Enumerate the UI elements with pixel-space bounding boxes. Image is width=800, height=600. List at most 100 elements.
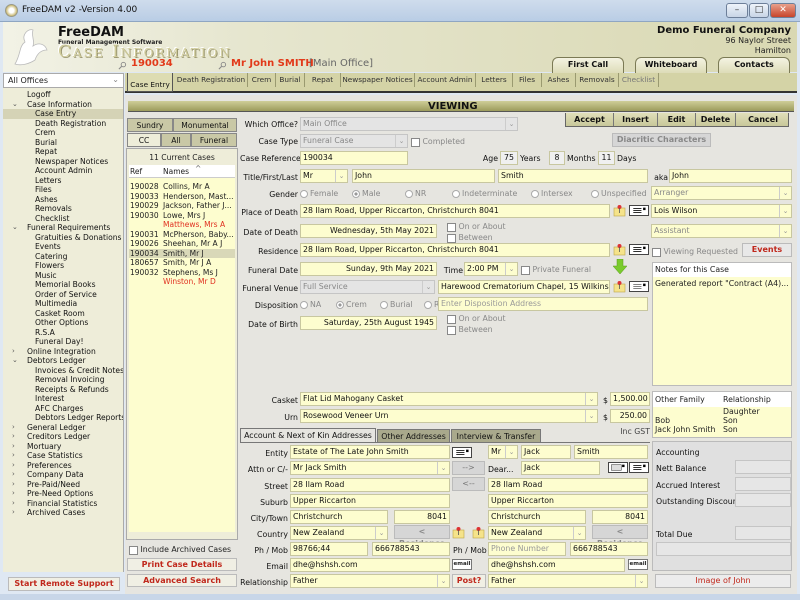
tab-account-nok-addresses[interactable]: Account & Next of Kin Addresses — [240, 428, 376, 443]
sidebar-item[interactable]: Crem — [3, 128, 123, 138]
dod-on-or-about-checkbox[interactable] — [447, 222, 456, 232]
time-select[interactable]: 2:00 PM ⌄ — [464, 262, 518, 276]
tab-first-call[interactable]: First Call — [552, 57, 624, 73]
nok-email-button[interactable]: email — [628, 559, 648, 570]
map-pin-icon[interactable] — [613, 204, 626, 217]
nok-country-select[interactable]: New Zealand ⌄ — [488, 526, 586, 540]
tab-crem[interactable]: Crem — [248, 73, 276, 87]
entity-field[interactable]: Estate of The Late John Smith — [290, 445, 450, 459]
staff-select[interactable]: Lois Wilson ⌄ — [651, 204, 792, 218]
expand-icon[interactable]: › — [12, 508, 15, 518]
dod-between-checkbox[interactable] — [447, 233, 456, 243]
sidebar-item[interactable]: ⌄ Case Information — [3, 100, 123, 110]
expand-icon[interactable]: › — [12, 451, 15, 461]
family-row[interactable]: Bob Son — [653, 416, 791, 425]
sidebar-item[interactable]: Catering — [3, 252, 123, 262]
diacritic-characters-button[interactable]: Diacritic Characters — [612, 133, 711, 147]
case-ref-field[interactable]: 190034 — [300, 151, 408, 165]
assistant-select[interactable]: Assistant ⌄ — [651, 224, 792, 238]
map-pin-icon[interactable] — [472, 526, 485, 539]
nok-email-field[interactable]: dhe@hshsh.com — [488, 558, 625, 572]
sidebar-item[interactable]: › Case Statistics — [3, 451, 123, 461]
include-archived[interactable]: Include Archived Cases — [129, 545, 231, 555]
completed-checkbox[interactable]: Completed — [411, 137, 465, 147]
viewing-requested[interactable]: Viewing Requested — [652, 247, 738, 257]
collapse-icon[interactable]: ⌄ — [12, 223, 18, 233]
tab-case-entry[interactable]: Case Entry — [127, 73, 173, 92]
copy-card-icon[interactable] — [608, 462, 628, 473]
collapse-icon[interactable]: ⌄ — [12, 356, 18, 366]
start-remote-support-button[interactable]: Start Remote Support — [8, 577, 120, 591]
radio-button[interactable] — [300, 190, 308, 198]
sidebar-item[interactable]: › Company Data — [3, 470, 123, 480]
sidebar-item[interactable]: Funeral Day! — [3, 337, 123, 347]
sidebar-item[interactable]: Death Registration — [3, 119, 123, 129]
minimize-button[interactable]: – — [726, 3, 748, 18]
case-row[interactable]: 190031 McPherson, Baby... — [129, 230, 235, 240]
which-office-select[interactable]: Main Office ⌄ — [300, 117, 518, 131]
tab-letters[interactable]: Letters — [476, 73, 513, 87]
gender-option[interactable]: NR — [405, 189, 426, 198]
tab-account-admin[interactable]: Account Admin — [415, 73, 476, 87]
sidebar-item[interactable]: Invoices & Credit Notes — [3, 366, 123, 376]
tab-removals[interactable]: Removals — [576, 73, 619, 87]
sidebar-item[interactable]: Memorial Books — [3, 280, 123, 290]
tab-ashes[interactable]: Ashes — [542, 73, 576, 87]
expand-icon[interactable]: › — [12, 489, 15, 499]
urn-select[interactable]: Rosewood Veneer Urn ⌄ — [300, 409, 598, 423]
search-icon[interactable] — [218, 61, 227, 70]
insert-button[interactable]: Insert — [614, 113, 658, 126]
tab-contacts[interactable]: Contacts — [718, 57, 790, 73]
office-select[interactable]: All Offices ⌄ — [3, 73, 124, 88]
dob-between-checkbox[interactable] — [447, 325, 456, 335]
sidebar-item[interactable]: AFC Charges — [3, 404, 123, 414]
sidebar-item[interactable]: Ashes — [3, 195, 123, 205]
sidebar-item[interactable]: Removals — [3, 204, 123, 214]
expand-icon[interactable]: › — [12, 480, 15, 490]
sidebar-item[interactable]: R.S.A — [3, 328, 123, 338]
dob-on-or-about-checkbox[interactable] — [447, 314, 456, 324]
date-of-death-field[interactable]: Wednesday, 5th May 2021 — [300, 224, 437, 238]
map-pin-icon[interactable] — [613, 280, 626, 293]
nok-last-field[interactable]: Smith — [574, 445, 648, 459]
copy-to-nok-button[interactable]: --> — [452, 461, 485, 475]
country-select[interactable]: New Zealand ⌄ — [290, 526, 388, 540]
suburb-field[interactable]: Upper Riccarton — [290, 494, 450, 508]
map-pin-icon[interactable] — [613, 243, 626, 256]
tab-files[interactable]: Files — [513, 73, 542, 87]
radio-button[interactable] — [352, 190, 360, 198]
case-row[interactable]: 190034 Smith, Mr J — [129, 248, 235, 258]
disposition-option[interactable]: Burial — [380, 300, 413, 309]
sidebar-item[interactable]: › Online Integration — [3, 347, 123, 357]
sidebar-item[interactable]: › Mortuary — [3, 442, 123, 452]
nok-phone-field[interactable]: Phone Number — [488, 542, 566, 556]
sidebar-item[interactable]: › Preferences — [3, 461, 123, 471]
tab-interview-transfer[interactable]: Interview & Transfer — [451, 429, 541, 443]
nok-residence-copy-button[interactable]: < Residence — [592, 525, 648, 548]
gender-option[interactable]: Male — [352, 189, 380, 198]
map-pin-icon[interactable] — [452, 526, 465, 539]
events-button[interactable]: Events — [742, 243, 792, 257]
nok-title-select[interactable]: Mr ⌄ — [488, 445, 518, 459]
disposition-option[interactable]: NA — [300, 300, 321, 309]
post-button[interactable]: Post? — [452, 574, 486, 588]
tab-burial[interactable]: Burial — [276, 73, 305, 87]
col-names[interactable]: Names — [163, 165, 189, 178]
sidebar-item[interactable]: Burial — [3, 138, 123, 148]
nok-city-field[interactable]: Christchurch — [488, 510, 586, 524]
radio-button[interactable] — [424, 301, 432, 309]
sidebar-item[interactable]: Receipts & Refunds — [3, 385, 123, 395]
col-ref[interactable]: Ref — [130, 165, 142, 178]
case-row[interactable]: 190033 Henderson, Mast... — [129, 192, 235, 202]
expand-icon[interactable]: › — [12, 347, 15, 357]
gender-option[interactable]: Indeterminate — [452, 189, 517, 198]
venue-type-select[interactable]: Full Service ⌄ — [300, 280, 435, 294]
sidebar-item[interactable]: Files — [3, 185, 123, 195]
completed-check[interactable] — [411, 137, 420, 147]
viewing-requested-checkbox[interactable] — [652, 247, 661, 257]
sidebar-item[interactable]: › Creditors Ledger — [3, 432, 123, 442]
advanced-search-button[interactable]: Advanced Search — [127, 574, 237, 587]
case-row[interactable]: 190030 Lowe, Mrs J — [129, 211, 235, 221]
dob-on-or-about[interactable]: On or About — [447, 314, 506, 324]
sidebar-item[interactable]: › Financial Statistics — [3, 499, 123, 509]
